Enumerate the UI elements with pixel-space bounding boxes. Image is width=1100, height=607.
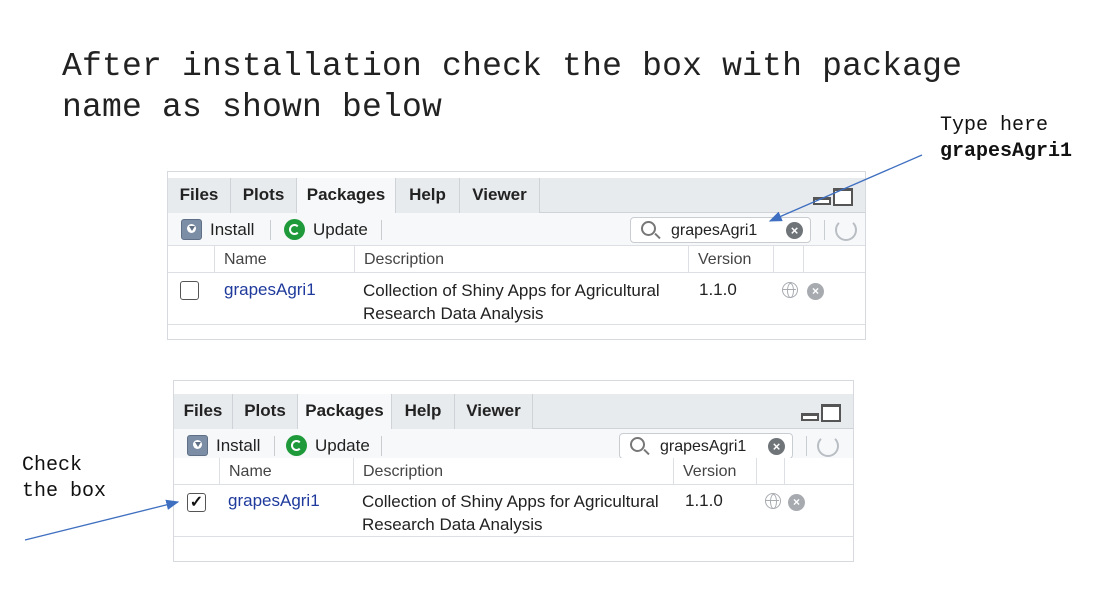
- arrow-to-search-box: [768, 154, 923, 222]
- arrow-to-checkbox: [24, 499, 180, 541]
- annotation-arrows: [24, 154, 923, 541]
